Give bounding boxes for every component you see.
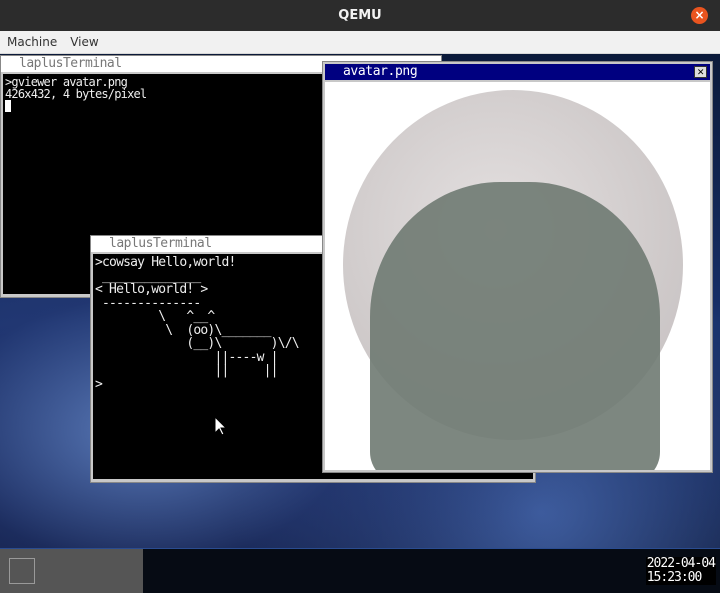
owl-silhouette bbox=[370, 182, 660, 470]
clock-time: 15:23:00 bbox=[646, 570, 703, 585]
menu-machine[interactable]: Machine bbox=[7, 35, 57, 49]
close-icon[interactable]: ✕ bbox=[694, 66, 707, 78]
menu-bar: Machine View bbox=[0, 31, 720, 54]
window-titlebar: QEMU × bbox=[0, 0, 720, 31]
close-icon[interactable]: × bbox=[691, 7, 708, 24]
menu-view[interactable]: View bbox=[70, 35, 98, 49]
taskbar-start-area bbox=[0, 549, 143, 593]
avatar-image bbox=[325, 82, 710, 470]
text-cursor bbox=[5, 100, 11, 112]
window-title: QEMU bbox=[338, 8, 382, 23]
viewer-title-text: avatar.png bbox=[343, 64, 418, 79]
viewer-title[interactable]: avatar.png ✕ bbox=[325, 64, 710, 80]
image-viewer-window[interactable]: avatar.png ✕ bbox=[322, 61, 713, 473]
clock: 2022-04-04 15:23:00 bbox=[645, 556, 716, 585]
start-button[interactable] bbox=[9, 558, 35, 584]
guest-screen: laplusTerminal >gviewer avatar.png 426x43… bbox=[0, 54, 720, 593]
clock-date: 2022-04-04 bbox=[646, 556, 716, 571]
mouse-pointer-icon bbox=[214, 416, 228, 436]
taskbar: 2022-04-04 15:23:00 bbox=[0, 548, 720, 593]
